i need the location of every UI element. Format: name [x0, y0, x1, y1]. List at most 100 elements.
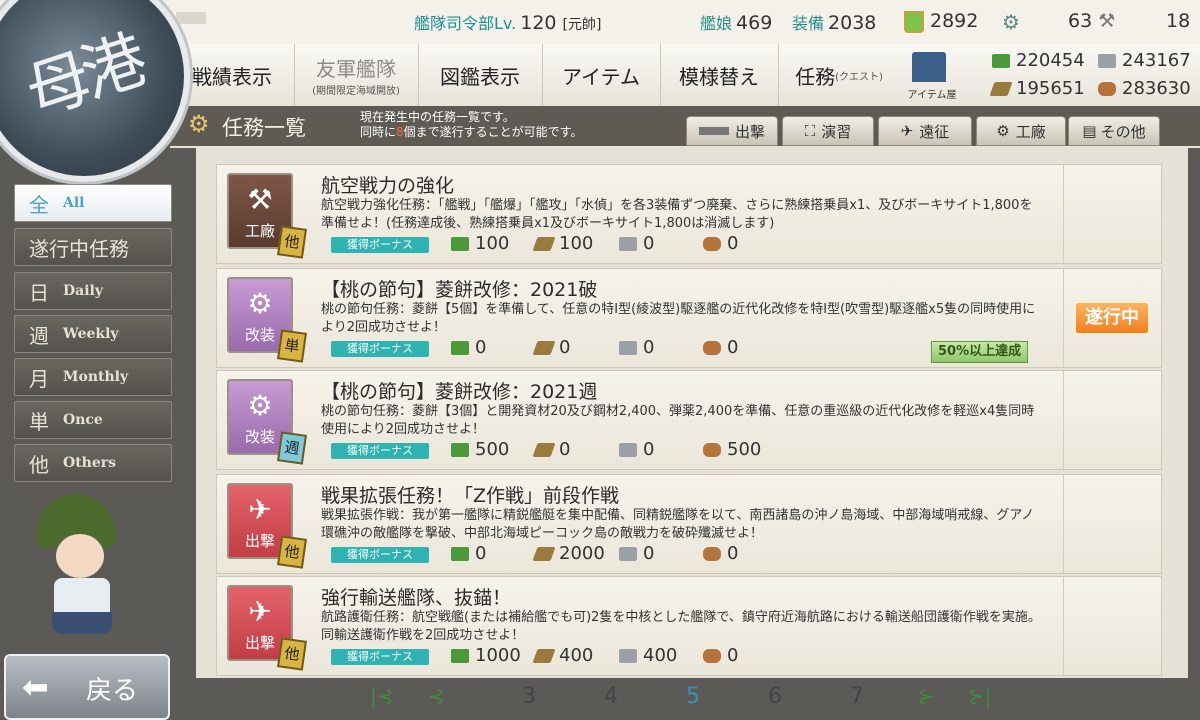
back-label: 戻る — [86, 676, 139, 706]
tab-arsenal[interactable]: ⚙ 工廠 — [976, 116, 1066, 146]
quest-status-area: 遂行中 — [1063, 269, 1160, 367]
fuel-icon — [451, 547, 469, 561]
ammo-icon — [532, 341, 556, 355]
next-page-icon[interactable]: ⊱ — [918, 684, 935, 708]
expedition-tab-icon: ✈ — [900, 122, 914, 140]
reward-bauxite: 0 — [703, 645, 738, 666]
sidebar-sublabel: Once — [63, 412, 103, 428]
quest-item[interactable]: ✈ 出撃 他 戦果拡張任務！「Z作戦」前段作戦 戦果拡張作戦：我が第一艦隊に精鋭艦… — [216, 474, 1162, 574]
quest-description: 航路護衛任務：航空戦艦(または補給艦でも可)2隻を中核とした艦隊で、鎮守府近海航… — [321, 610, 1041, 643]
reward-bauxite: 0 — [703, 337, 738, 358]
menu-quest[interactable]: 任務 (クエスト) — [778, 44, 901, 106]
fuel-value: 220454 — [1016, 50, 1085, 71]
quest-item[interactable]: ⚙ 改装 単 【桃の節句】菱餅改修：2021破 桃の節句任務：菱餅【5個】を準備し… — [216, 268, 1162, 368]
sidebar-item-in-progress[interactable]: 遂行中任務 — [14, 228, 172, 266]
menu-encyclopedia[interactable]: 図鑑表示 — [418, 44, 543, 106]
tab-label: その他 — [1100, 122, 1146, 141]
quest-description: 桃の節句任務：菱餅【3個】と開発資材20及び鋼材2,400、弾薬2,400を準備… — [321, 404, 1035, 437]
fuel-icon — [451, 443, 469, 457]
sidebar-item-once[interactable]: 単 Once — [14, 401, 172, 439]
page-number[interactable]: 4 — [604, 684, 618, 709]
sidebar-item-all[interactable]: 全 All — [14, 184, 172, 222]
desc-line2c: 個まで遂行することが可能です。 — [403, 125, 583, 139]
reward-bauxite: 0 — [703, 543, 738, 564]
steel-icon — [619, 547, 637, 561]
bauxite-amount: 283630 — [1098, 78, 1191, 99]
menu-furniture[interactable]: 模様替え — [660, 44, 779, 106]
reward-bauxite: 0 — [703, 233, 738, 254]
ammo-icon — [532, 649, 556, 663]
reward-fuel: 1000 — [451, 645, 521, 666]
equip-count: 装備 2038 — [792, 10, 876, 34]
sidebar-label: 他 — [29, 452, 49, 477]
menu-label: 任務 — [795, 64, 836, 89]
reward-value: 0 — [727, 233, 739, 254]
menu-label: アイテム — [562, 64, 640, 89]
quest-status-area — [1063, 577, 1160, 675]
tab-expedition[interactable]: ✈ 遠征 — [878, 116, 972, 146]
reward-value: 0 — [559, 439, 571, 460]
tab-label: 演習 — [821, 122, 852, 141]
player-name-redacted — [176, 12, 206, 24]
quest-item[interactable]: ⚙ 改装 週 【桃の節句】菱餅改修：2021週 桃の節句任務：菱餅【3個】と開発資… — [216, 370, 1162, 470]
hammer-icon: ⚒ — [247, 183, 273, 216]
back-button[interactable]: ⬅ 戻る — [4, 654, 170, 720]
last-page-icon[interactable]: ⊱| — [968, 684, 992, 708]
sidebar-sublabel: Daily — [63, 283, 103, 299]
reward-value: 0 — [475, 337, 487, 358]
progress-badge: 50%以上達成 — [931, 341, 1029, 363]
quest-frequency-badge: 他 — [277, 535, 307, 569]
bauxite-icon — [1098, 82, 1116, 96]
fuel-icon — [451, 649, 469, 663]
item-shop-button[interactable]: アイテム屋 — [904, 48, 957, 102]
reward-ammo: 0 — [532, 439, 571, 460]
sidebar-item-others[interactable]: 他 Others — [14, 444, 172, 482]
quest-item[interactable]: ✈ 出撃 他 強行輸送艦隊、抜錨！ 航路護衛任務：航空戦艦(または補給艦でも可)2… — [216, 576, 1162, 676]
reward-fuel: 500 — [451, 439, 509, 460]
bonus-label: 獲得ボーナス — [331, 547, 429, 563]
reward-value: 100 — [559, 233, 594, 254]
ship-count: 艦娘 469 — [700, 10, 772, 34]
tab-sortie[interactable]: 出撃 — [686, 116, 778, 146]
sidebar-sublabel: All — [63, 195, 85, 211]
fuel-icon — [451, 237, 469, 251]
equip-label: 装備 — [792, 14, 825, 33]
reward-ammo: 0 — [532, 337, 570, 358]
quest-title: 【桃の節句】菱餅改修：2021週 — [321, 381, 598, 403]
steel-icon — [619, 237, 637, 251]
page-number[interactable]: 6 — [768, 684, 782, 709]
ammo-icon — [532, 443, 556, 457]
first-page-icon[interactable]: |⊰ — [370, 684, 394, 708]
sidebar-item-daily[interactable]: 日 Daily — [14, 272, 172, 310]
sidebar-item-weekly[interactable]: 週 Weekly — [14, 315, 172, 353]
menu-item[interactable]: アイテム — [542, 44, 661, 106]
reward-value: 0 — [475, 543, 487, 564]
steel-icon — [619, 341, 637, 355]
prev-page-icon[interactable]: ⊰ — [428, 684, 445, 708]
tab-exercise[interactable]: ⛶ 演習 — [782, 116, 874, 146]
port-logo[interactable]: 母港 — [0, 0, 190, 182]
header-description: 現在発生中の任務一覧です。 同時に8個まで遂行することが可能です。 — [360, 110, 582, 140]
quest-title: 【桃の節句】菱餅改修：2021破 — [321, 279, 598, 301]
page-number[interactable]: 3 — [522, 684, 536, 709]
sidebar-label: 遂行中任務 — [29, 236, 129, 261]
tab-label: 遠征 — [919, 122, 950, 141]
bauxite-value: 283630 — [1122, 78, 1191, 99]
ships-value: 469 — [736, 12, 773, 34]
face-shape — [56, 534, 104, 578]
quest-item[interactable]: ⚒ 工廠 他 航空戦力の強化 航空戦力強化任務：「艦戦」「艦爆」「艦攻」「水偵」を… — [216, 164, 1162, 264]
secretary-ship-sprite[interactable] — [30, 494, 130, 644]
tab-other[interactable]: ▤ その他 — [1068, 116, 1160, 146]
page-number-current[interactable]: 5 — [686, 684, 700, 709]
bonus-label: 獲得ボーナス — [331, 649, 429, 665]
sidebar-item-monthly[interactable]: 月 Monthly — [14, 358, 172, 396]
reward-ammo: 2000 — [532, 543, 605, 564]
steel-value: 243167 — [1122, 50, 1191, 71]
reward-value: 400 — [643, 645, 678, 666]
page-number[interactable]: 7 — [850, 684, 864, 709]
other-tab-icon: ▤ — [1082, 122, 1097, 140]
reward-value: 0 — [727, 337, 739, 358]
reward-value: 0 — [727, 543, 739, 564]
menu-label: 友軍艦隊 — [316, 57, 396, 81]
menu-friend-fleet[interactable]: 友軍艦隊 (期間限定海域開放) — [294, 44, 419, 106]
